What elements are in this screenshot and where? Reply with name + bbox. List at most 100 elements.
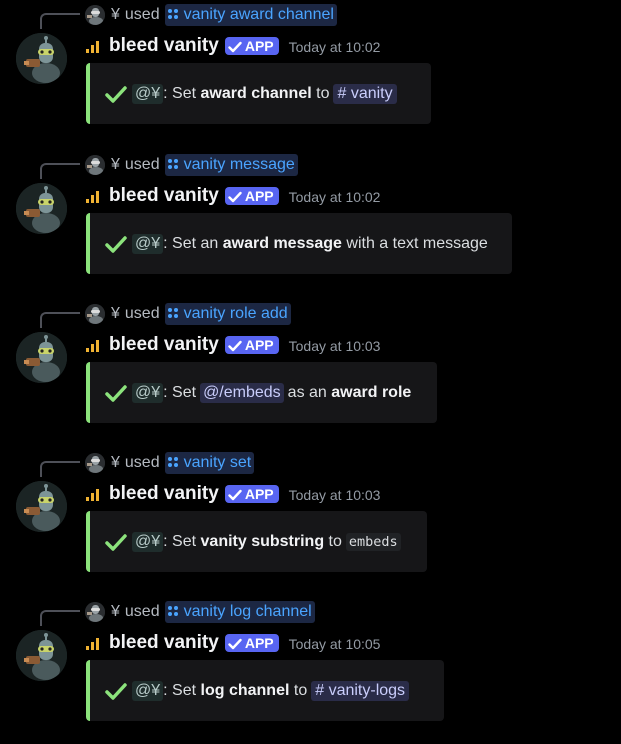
- embed-bold-text: award message: [222, 234, 342, 252]
- user-mention[interactable]: @¥: [132, 531, 164, 552]
- embed-bold-text: vanity substring: [200, 532, 325, 550]
- user-mention[interactable]: @¥: [132, 83, 164, 104]
- command-icon: [167, 606, 179, 617]
- timestamp[interactable]: Today at 10:03: [289, 336, 381, 354]
- reply-connector: [40, 461, 80, 477]
- author-name[interactable]: bleed vanity: [109, 632, 219, 654]
- command-name: vanity role add: [183, 304, 288, 322]
- message: ¥ used vanity message bleed vanity APP Today …: [0, 150, 621, 290]
- command-link[interactable]: vanity role add: [164, 303, 291, 325]
- reply-username[interactable]: ¥: [111, 454, 120, 472]
- reply-avatar[interactable]: [85, 453, 105, 473]
- command-reply-header: ¥ used vanity set: [85, 452, 255, 474]
- embed-text-part: as an: [287, 383, 332, 401]
- command-name: vanity set: [183, 453, 252, 471]
- command-link[interactable]: vanity log channel: [164, 601, 315, 623]
- reply-avatar[interactable]: [85, 155, 105, 175]
- app-badge-label: APP: [244, 188, 274, 204]
- author-name[interactable]: bleed vanity: [109, 185, 219, 207]
- embed-description: @¥: Set an award message with a text mes…: [105, 233, 488, 254]
- timestamp[interactable]: Today at 10:02: [289, 37, 381, 55]
- command-icon: [167, 159, 179, 170]
- reply-avatar[interactable]: [85, 5, 105, 25]
- embed-text-part: Set an: [172, 234, 223, 252]
- verified-check-icon: [228, 190, 242, 203]
- avatar[interactable]: [16, 183, 67, 234]
- command-reply-header: ¥ used vanity log channel: [85, 601, 315, 623]
- command-reply-header: ¥ used vanity role add: [85, 303, 291, 325]
- author-name[interactable]: bleed vanity: [109, 483, 219, 505]
- avatar[interactable]: [16, 33, 67, 84]
- check-icon: [105, 682, 127, 700]
- embed: @¥: Set an award message with a text mes…: [86, 213, 512, 274]
- inline-code: embeds: [345, 532, 401, 551]
- role-mention[interactable]: @/embeds: [200, 382, 284, 403]
- embed: @¥: Set award channel to # vanity: [86, 63, 431, 124]
- reply-avatar[interactable]: [85, 602, 105, 622]
- avatar[interactable]: [16, 332, 67, 383]
- reply-used-label: used: [124, 603, 160, 620]
- channel-mention[interactable]: # vanity: [333, 83, 397, 104]
- reply-avatar[interactable]: [85, 304, 105, 324]
- reply-connector: [40, 13, 80, 29]
- command-link[interactable]: vanity message: [164, 154, 298, 176]
- embed-description: @¥: Set @/embeds as an award role: [105, 382, 412, 403]
- embed-text-part: to: [289, 681, 308, 699]
- message-header: bleed vanity APP Today at 10:02: [86, 183, 380, 209]
- timestamp[interactable]: Today at 10:05: [289, 634, 381, 652]
- message: ¥ used vanity role add bleed vanity APP Today…: [0, 299, 621, 439]
- embed: @¥: Set vanity substring to embeds: [86, 511, 427, 572]
- user-mention[interactable]: @¥: [132, 382, 164, 403]
- verified-check-icon: [228, 488, 242, 501]
- author-name[interactable]: bleed vanity: [109, 35, 219, 57]
- embed-description: @¥: Set award channel to # vanity: [105, 83, 397, 104]
- app-badge-label: APP: [244, 38, 274, 54]
- app-badge-label: APP: [244, 337, 274, 353]
- signal-bars-icon: [86, 488, 99, 501]
- message: ¥ used vanity log channel bleed vanity APP To…: [0, 597, 621, 737]
- reply-connector: [40, 610, 80, 626]
- timestamp[interactable]: Today at 10:03: [289, 485, 381, 503]
- signal-bars-icon: [86, 339, 99, 352]
- reply-username[interactable]: ¥: [111, 156, 120, 174]
- message-header: bleed vanity APP Today at 10:03: [86, 332, 380, 358]
- embed-text-part: Set: [172, 84, 201, 102]
- reply-username[interactable]: ¥: [111, 6, 120, 24]
- embed-bold-text: award role: [331, 383, 412, 401]
- channel-mention[interactable]: # vanity-logs: [311, 680, 410, 701]
- app-badge: APP: [224, 37, 279, 55]
- check-icon: [105, 533, 127, 551]
- message: ¥ used vanity set bleed vanity APP Today at 1…: [0, 448, 621, 588]
- command-link[interactable]: vanity award channel: [164, 4, 337, 26]
- embed-description: @¥: Set log channel to # vanity-logs: [105, 680, 410, 701]
- user-mention[interactable]: @¥: [132, 233, 164, 254]
- embed-text-part: Set: [172, 383, 197, 401]
- author-name[interactable]: bleed vanity: [109, 334, 219, 356]
- check-icon: [105, 384, 127, 402]
- avatar[interactable]: [16, 630, 67, 681]
- embed-text-part: with a text message: [341, 234, 488, 252]
- embed: @¥: Set @/embeds as an award role: [86, 362, 437, 423]
- reply-username[interactable]: ¥: [111, 603, 120, 621]
- reply-connector: [40, 312, 80, 328]
- verified-check-icon: [228, 339, 242, 352]
- check-icon: [105, 85, 127, 103]
- command-link[interactable]: vanity set: [164, 452, 255, 474]
- timestamp[interactable]: Today at 10:02: [289, 187, 381, 205]
- reply-username[interactable]: ¥: [111, 305, 120, 323]
- command-icon: [167, 9, 179, 20]
- message: ¥ used vanity award channel bleed vanity APP…: [0, 0, 621, 140]
- embed: @¥: Set log channel to # vanity-logs: [86, 660, 444, 721]
- verified-check-icon: [228, 637, 242, 650]
- reply-used-label: used: [124, 156, 160, 173]
- reply-connector: [40, 163, 80, 179]
- avatar[interactable]: [16, 481, 67, 532]
- user-mention[interactable]: @¥: [132, 680, 164, 701]
- embed-bold-text: log channel: [200, 681, 290, 699]
- command-name: vanity log channel: [183, 602, 312, 620]
- reply-used-label: used: [124, 305, 160, 322]
- app-badge-label: APP: [244, 635, 274, 651]
- signal-bars-icon: [86, 40, 99, 53]
- embed-text-part: Set: [172, 681, 201, 699]
- reply-used-label: used: [124, 454, 160, 471]
